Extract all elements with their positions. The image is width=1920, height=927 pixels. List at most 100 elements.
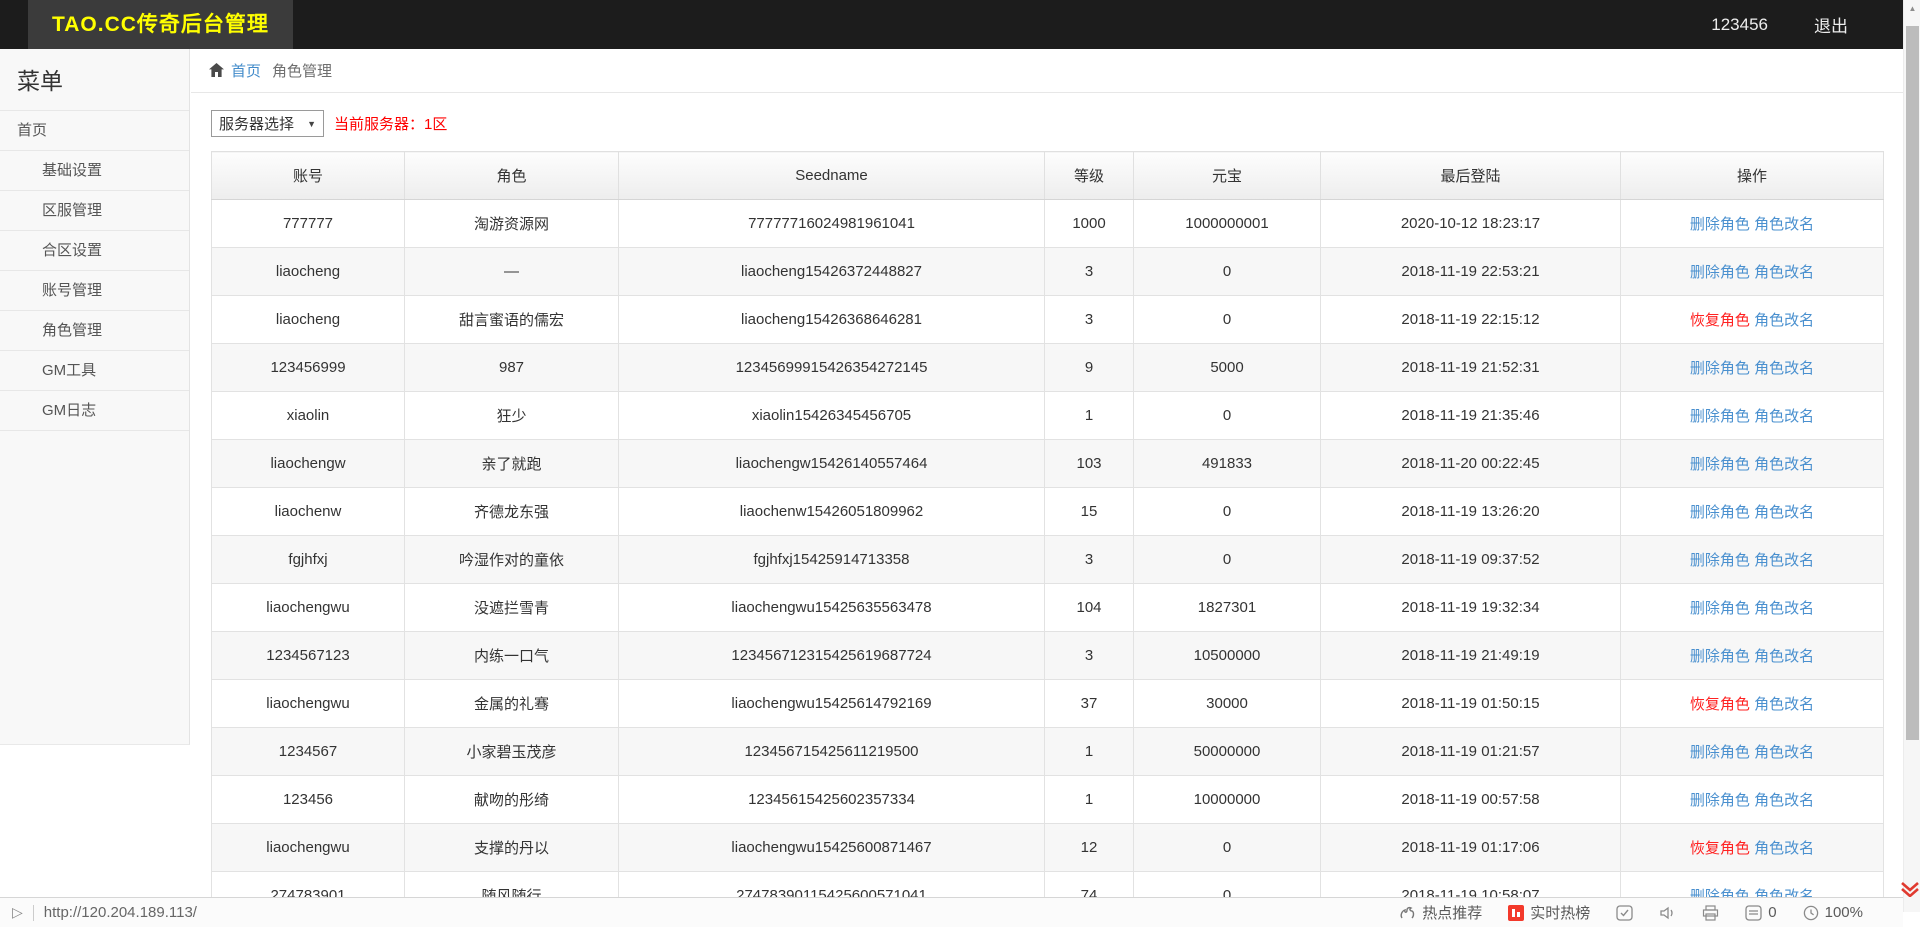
table-row: liaocheng甜言蜜语的儒宏liaocheng154263686462813…	[212, 296, 1884, 344]
cell-last_login: 2018-11-19 00:57:58	[1321, 776, 1621, 824]
rename-role-link[interactable]: 角色改名	[1754, 504, 1814, 521]
zoom-level-item[interactable]: 100%	[1803, 904, 1863, 921]
rename-role-link[interactable]: 角色改名	[1754, 264, 1814, 281]
delete-role-link[interactable]: 删除角色	[1690, 744, 1750, 761]
cell-role: 甜言蜜语的儒宏	[405, 296, 619, 344]
cell-level: 104	[1045, 584, 1134, 632]
translate-check-icon[interactable]	[1616, 905, 1633, 921]
rename-role-link[interactable]: 角色改名	[1754, 840, 1814, 857]
scrollbar-down-arrow-icon[interactable]	[1898, 881, 1920, 897]
cell-last_login: 2018-11-19 01:50:15	[1321, 680, 1621, 728]
sidebar-item-merge-settings[interactable]: 合区设置	[0, 230, 189, 270]
cell-role: 987	[405, 344, 619, 392]
rename-role-link[interactable]: 角色改名	[1754, 408, 1814, 425]
rename-role-link[interactable]: 角色改名	[1754, 312, 1814, 329]
delete-role-link[interactable]: 删除角色	[1690, 792, 1750, 809]
sidebar-item-gm-tools[interactable]: GM工具	[0, 350, 189, 390]
read-aloud-icon[interactable]: ▷	[12, 904, 23, 921]
logged-in-user: 123456	[1711, 15, 1768, 35]
sidebar-item-basic-settings[interactable]: 基础设置	[0, 150, 189, 190]
realtime-trending-item[interactable]: 实时热榜	[1508, 902, 1590, 923]
main-content: 首页 角色管理 服务器选择 ▼ 当前服务器：1区 账号角色Seedname等级元…	[191, 49, 1903, 897]
breadcrumb-home-link[interactable]: 首页	[231, 60, 261, 81]
cell-seedname: liaochenw15426051809962	[619, 488, 1045, 536]
sidebar-item-role-management[interactable]: 角色管理	[0, 310, 189, 350]
cell-role: —	[405, 248, 619, 296]
cell-level: 3	[1045, 248, 1134, 296]
rename-role-link[interactable]: 角色改名	[1754, 360, 1814, 377]
cell-seedname: liaocheng15426372448827	[619, 248, 1045, 296]
cell-yuanbao: 1827301	[1134, 584, 1321, 632]
table-row: liaochengw亲了就跑liaochengw1542614055746410…	[212, 440, 1884, 488]
rename-role-link[interactable]: 角色改名	[1754, 792, 1814, 809]
column-header: 最后登陆	[1321, 152, 1621, 200]
cell-last_login: 2018-11-19 01:17:06	[1321, 824, 1621, 872]
cell-level: 3	[1045, 632, 1134, 680]
current-server-label: 当前服务器：1区	[334, 113, 447, 134]
delete-role-link[interactable]: 删除角色	[1690, 216, 1750, 233]
cell-actions: 删除角色 角色改名	[1621, 776, 1884, 824]
table-row: 777777淘游资源网77777716024981961041100010000…	[212, 200, 1884, 248]
cell-account: 1234567	[212, 728, 405, 776]
cell-last_login: 2018-11-19 21:35:46	[1321, 392, 1621, 440]
sidebar-item-account-management[interactable]: 账号管理	[0, 270, 189, 310]
cell-seedname: liaochengw15426140557464	[619, 440, 1045, 488]
sidebar-item-zone-management[interactable]: 区服管理	[0, 190, 189, 230]
delete-role-link[interactable]: 删除角色	[1690, 360, 1750, 377]
cell-account: xiaolin	[212, 392, 405, 440]
sidebar-item-home[interactable]: 首页	[0, 110, 189, 150]
printer-icon[interactable]	[1702, 905, 1719, 921]
cell-role: 献吻的彤绮	[405, 776, 619, 824]
cell-yuanbao: 491833	[1134, 440, 1321, 488]
restore-role-link[interactable]: 恢复角色	[1690, 840, 1750, 857]
cell-account: 1234567123	[212, 632, 405, 680]
cell-level: 1	[1045, 728, 1134, 776]
delete-role-link[interactable]: 删除角色	[1690, 408, 1750, 425]
delete-role-link[interactable]: 删除角色	[1690, 456, 1750, 473]
cell-actions: 删除角色 角色改名	[1621, 248, 1884, 296]
delete-role-link[interactable]: 删除角色	[1690, 552, 1750, 569]
cell-last_login: 2020-10-12 18:23:17	[1321, 200, 1621, 248]
zoom-level-value: 100%	[1825, 904, 1863, 921]
notes-counter-item[interactable]: 0	[1745, 904, 1776, 921]
scrollbar-up-arrow-icon[interactable]: ▲	[1904, 4, 1920, 13]
vertical-scrollbar[interactable]: ▲	[1903, 0, 1920, 912]
rename-role-link[interactable]: 角色改名	[1754, 456, 1814, 473]
table-row: liaochenw齐德龙东强liaochenw15426051809962150…	[212, 488, 1884, 536]
table-row: 1234567小家碧玉茂彦123456715425611219500150000…	[212, 728, 1884, 776]
restore-role-link[interactable]: 恢复角色	[1690, 312, 1750, 329]
cell-actions: 恢复角色 角色改名	[1621, 824, 1884, 872]
rename-role-link[interactable]: 角色改名	[1754, 648, 1814, 665]
logout-button[interactable]: 退出	[1814, 12, 1848, 37]
delete-role-link[interactable]: 删除角色	[1690, 600, 1750, 617]
restore-role-link[interactable]: 恢复角色	[1690, 696, 1750, 713]
rename-role-link[interactable]: 角色改名	[1754, 216, 1814, 233]
rename-role-link[interactable]: 角色改名	[1754, 696, 1814, 713]
delete-role-link[interactable]: 删除角色	[1690, 504, 1750, 521]
scrollbar-thumb[interactable]	[1906, 26, 1919, 740]
cell-account: liaochengwu	[212, 584, 405, 632]
cell-last_login: 2018-11-19 19:32:34	[1321, 584, 1621, 632]
cell-actions: 删除角色 角色改名	[1621, 536, 1884, 584]
cell-level: 37	[1045, 680, 1134, 728]
hot-recommend-item[interactable]: 热点推荐	[1398, 902, 1482, 923]
cell-role: 亲了就跑	[405, 440, 619, 488]
cell-account: liaochengwu	[212, 824, 405, 872]
table-row: 123456献吻的彤绮12345615425602357334110000000…	[212, 776, 1884, 824]
server-select-dropdown[interactable]: 服务器选择 ▼	[211, 110, 324, 137]
speaker-icon[interactable]	[1659, 905, 1676, 921]
cell-account: liaochengwu	[212, 680, 405, 728]
flame-doodle-icon	[1398, 905, 1416, 921]
cell-level: 1	[1045, 392, 1134, 440]
rename-role-link[interactable]: 角色改名	[1754, 552, 1814, 569]
cell-role: 小家碧玉茂彦	[405, 728, 619, 776]
delete-role-link[interactable]: 删除角色	[1690, 648, 1750, 665]
app-title: TAO.CC传奇后台管理	[28, 0, 293, 49]
delete-role-link[interactable]: 删除角色	[1690, 264, 1750, 281]
rename-role-link[interactable]: 角色改名	[1754, 744, 1814, 761]
column-header: 操作	[1621, 152, 1884, 200]
sidebar-item-gm-logs[interactable]: GM日志	[0, 390, 189, 431]
rename-role-link[interactable]: 角色改名	[1754, 600, 1814, 617]
cell-yuanbao: 0	[1134, 824, 1321, 872]
cell-actions: 删除角色 角色改名	[1621, 728, 1884, 776]
